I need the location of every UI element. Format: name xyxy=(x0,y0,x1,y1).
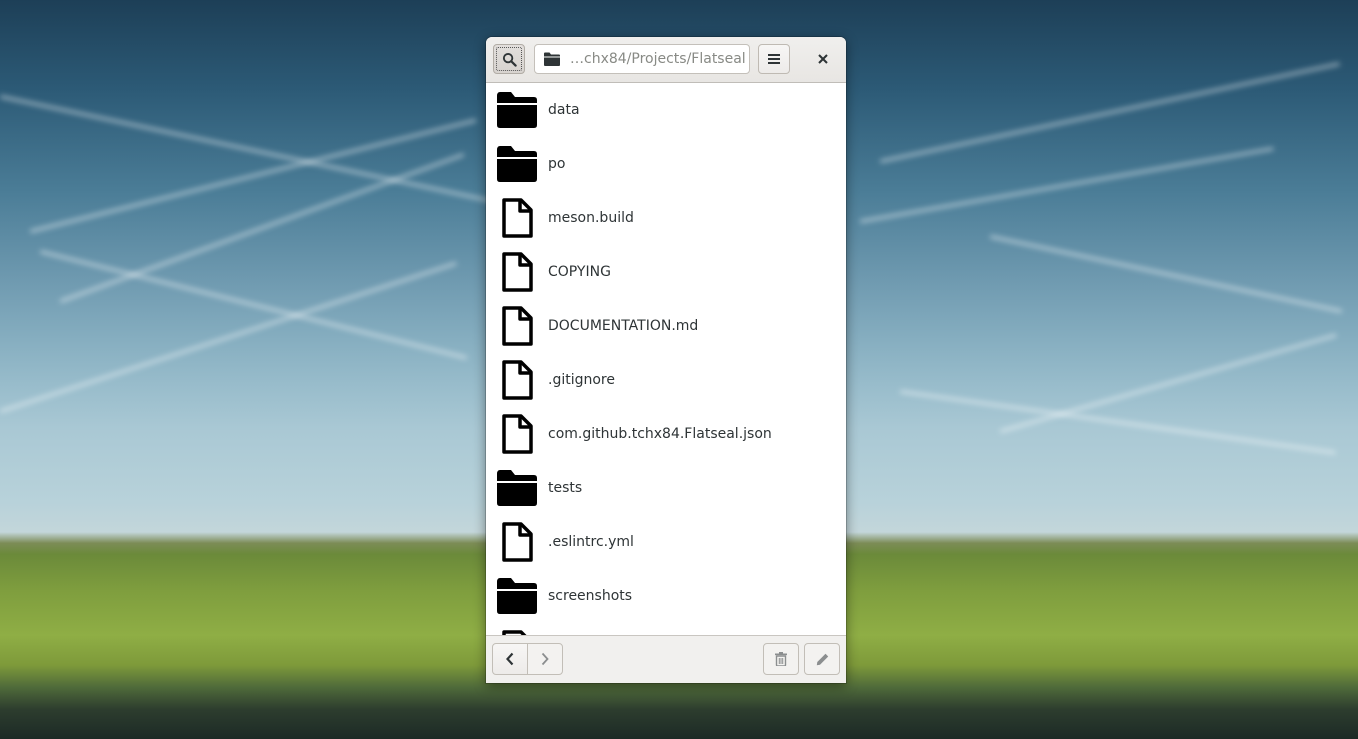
file-name: com.github.tchx84.Flatseal.json xyxy=(548,426,772,442)
folder-icon xyxy=(486,569,548,623)
cloud-streak xyxy=(0,95,509,207)
trash-icon xyxy=(775,652,787,666)
file-name: screenshots xyxy=(548,588,633,604)
search-button[interactable] xyxy=(493,44,525,74)
file-icon xyxy=(486,515,548,569)
list-item[interactable]: data xyxy=(486,83,846,137)
list-item[interactable]: po xyxy=(486,137,846,191)
delete-button[interactable] xyxy=(763,643,799,675)
file-name: data xyxy=(548,102,580,118)
search-icon xyxy=(502,52,517,67)
list-item-partial[interactable] xyxy=(486,623,846,635)
folder-icon xyxy=(486,83,548,137)
folder-icon xyxy=(544,52,560,66)
cloud-streak xyxy=(29,118,477,233)
file-name: tests xyxy=(548,480,583,496)
file-icon xyxy=(486,353,548,407)
hamburger-menu-icon xyxy=(768,53,780,65)
cloud-streak xyxy=(989,235,1343,313)
file-name: po xyxy=(548,156,566,172)
path-text: …chx84/Projects/Flatseal xyxy=(570,51,746,67)
list-item[interactable]: tests xyxy=(486,461,846,515)
folder-icon xyxy=(486,137,548,191)
rename-button[interactable] xyxy=(804,643,840,675)
header-bar: …chx84/Projects/Flatseal xyxy=(486,37,846,83)
pencil-icon xyxy=(816,653,829,666)
file-chooser-window: …chx84/Projects/Flatseal data po meson.b… xyxy=(486,37,846,683)
list-item[interactable]: .gitignore xyxy=(486,353,846,407)
cloud-streak xyxy=(899,390,1336,455)
file-name: DOCUMENTATION.md xyxy=(548,318,699,334)
list-item[interactable]: COPYING xyxy=(486,245,846,299)
cloud-streak xyxy=(999,333,1337,433)
desktop-background: …chx84/Projects/Flatseal data po meson.b… xyxy=(0,0,1358,739)
file-name: .gitignore xyxy=(548,372,615,388)
file-name: meson.build xyxy=(548,210,634,226)
file-name: COPYING xyxy=(548,264,611,280)
file-icon xyxy=(486,623,548,635)
chevron-left-icon xyxy=(505,652,515,666)
file-icon xyxy=(486,245,548,299)
file-icon xyxy=(486,191,548,245)
file-list[interactable]: data po meson.build COPYING DOCUMENTATIO… xyxy=(486,83,846,635)
list-item[interactable]: screenshots xyxy=(486,569,846,623)
file-icon xyxy=(486,407,548,461)
menu-button[interactable] xyxy=(758,44,790,74)
list-item[interactable]: com.github.tchx84.Flatseal.json xyxy=(486,407,846,461)
folder-icon xyxy=(486,461,548,515)
path-entry[interactable]: …chx84/Projects/Flatseal xyxy=(534,44,750,74)
forward-button[interactable] xyxy=(527,643,563,675)
list-item[interactable]: DOCUMENTATION.md xyxy=(486,299,846,353)
close-button[interactable] xyxy=(808,44,838,74)
back-button[interactable] xyxy=(492,643,528,675)
action-bar xyxy=(486,635,846,683)
chevron-right-icon xyxy=(540,652,550,666)
cloud-streak xyxy=(39,250,468,360)
file-name: .eslintrc.yml xyxy=(548,534,634,550)
cloud-streak xyxy=(859,147,1274,223)
file-icon xyxy=(486,299,548,353)
list-item[interactable]: .eslintrc.yml xyxy=(486,515,846,569)
close-icon xyxy=(818,54,828,64)
list-item[interactable]: meson.build xyxy=(486,191,846,245)
